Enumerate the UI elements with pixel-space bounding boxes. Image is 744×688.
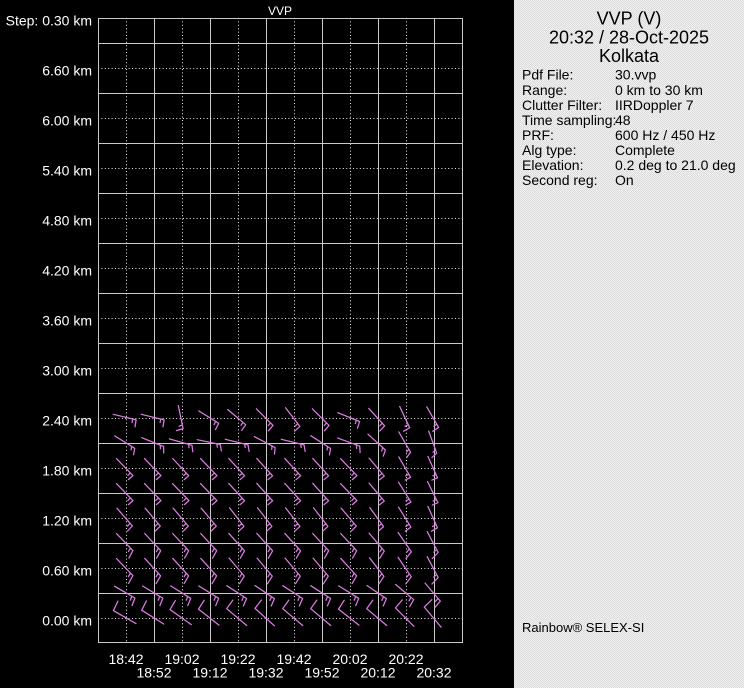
svg-text:48: 48 (615, 112, 631, 128)
svg-text:0 km to 30 km: 0 km to 30 km (615, 82, 703, 98)
svg-text:30.vvp: 30.vvp (615, 67, 656, 83)
svg-text:18:52: 18:52 (136, 665, 171, 681)
svg-text:19:32: 19:32 (248, 665, 283, 681)
svg-text:IIRDoppler 7: IIRDoppler 7 (615, 97, 694, 113)
svg-text:1.20 km: 1.20 km (42, 513, 92, 529)
svg-text:Time sampling:: Time sampling: (522, 112, 616, 128)
svg-text:0.00 km: 0.00 km (42, 613, 92, 629)
svg-text:0.60 km: 0.60 km (42, 563, 92, 579)
svg-text:Pdf File:: Pdf File: (522, 67, 573, 83)
svg-text:Range:: Range: (522, 82, 567, 98)
svg-text:Clutter Filter:: Clutter Filter: (522, 97, 602, 113)
svg-text:19:12: 19:12 (192, 665, 227, 681)
svg-text:Kolkata: Kolkata (599, 46, 660, 66)
svg-text:2.40 km: 2.40 km (42, 413, 92, 429)
svg-text:4.80 km: 4.80 km (42, 213, 92, 229)
svg-text:20:12: 20:12 (360, 665, 395, 681)
svg-text:Complete: Complete (615, 142, 675, 158)
svg-text:1.80 km: 1.80 km (42, 463, 92, 479)
svg-text:3.60 km: 3.60 km (42, 313, 92, 329)
svg-text:6.60 km: 6.60 km (42, 63, 92, 79)
svg-text:4.20 km: 4.20 km (42, 263, 92, 279)
svg-text:VVP (V): VVP (V) (597, 9, 662, 29)
svg-text:PRF:: PRF: (522, 127, 554, 143)
svg-text:19:52: 19:52 (304, 665, 339, 681)
svg-text:Step: 0.30 km: Step: 0.30 km (6, 13, 92, 29)
svg-text:5.40 km: 5.40 km (42, 163, 92, 179)
svg-text:VVP: VVP (268, 4, 292, 18)
svg-text:20:32: 20:32 (416, 665, 451, 681)
svg-text:On: On (615, 172, 634, 188)
svg-text:Alg type:: Alg type: (522, 142, 576, 158)
svg-text:3.00 km: 3.00 km (42, 363, 92, 379)
svg-text:Second reg:: Second reg: (522, 172, 598, 188)
svg-text:Rainbow® SELEX-SI: Rainbow® SELEX-SI (522, 620, 644, 635)
svg-text:20:32 / 28-Oct-2025: 20:32 / 28-Oct-2025 (549, 27, 709, 47)
svg-text:6.00 km: 6.00 km (42, 113, 92, 129)
svg-text:0.2 deg to 21.0 deg: 0.2 deg to 21.0 deg (615, 157, 736, 173)
svg-text:600 Hz / 450 Hz: 600 Hz / 450 Hz (615, 127, 715, 143)
svg-text:Elevation:: Elevation: (522, 157, 583, 173)
